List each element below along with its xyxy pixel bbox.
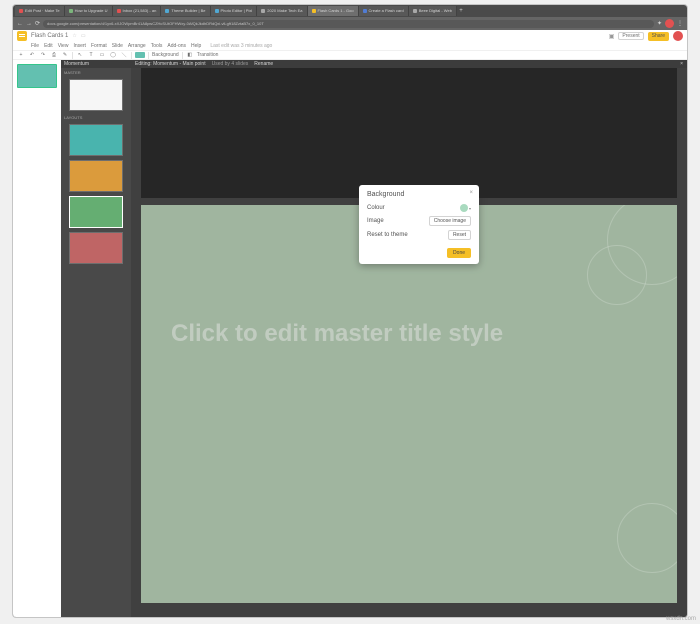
toolbar: + ↶ ↷ ⎙ ✎ ↖ T ▭ ◯ ＼ Background ◧ Transit… [13, 50, 687, 60]
doc-header: Flash Cards 1 ☆ ▭ ▣ Present Share [13, 30, 687, 42]
watermark: wsxdn.com [666, 616, 696, 622]
menu-tools[interactable]: Tools [151, 43, 163, 49]
new-slide-button[interactable]: + [17, 52, 25, 58]
colour-swatch-icon [460, 204, 468, 212]
shape-button[interactable]: ◯ [109, 52, 117, 58]
background-dialog: × Background Colour ▾ Image Choose image… [359, 185, 479, 264]
theme-panel: Momentum MASTER LAYOUTS [61, 60, 131, 617]
reload-icon[interactable]: ⟳ [35, 20, 40, 27]
menu-bar: File Edit View Insert Format Slide Arran… [13, 42, 687, 50]
tab[interactable]: Edit Post · Make Te [15, 6, 65, 16]
textbox-button[interactable]: T [87, 52, 95, 58]
tab[interactable]: Photo Editor | Pixl [211, 6, 258, 16]
theme-thumb[interactable] [69, 124, 123, 156]
cursor-button[interactable]: ↖ [76, 52, 84, 58]
menu-view[interactable]: View [58, 43, 69, 49]
profile-avatar[interactable] [665, 19, 674, 28]
fill-color-button[interactable] [135, 52, 145, 58]
extension-icon[interactable]: ✦ [657, 20, 662, 27]
tab[interactable]: Beee Digital - Web [409, 6, 457, 16]
browser-window: Edit Post · Make Te How to Upgrade U Inb… [12, 4, 688, 618]
print-button[interactable]: ⎙ [50, 52, 58, 58]
slides-logo-icon[interactable] [17, 31, 27, 41]
new-tab-button[interactable]: + [457, 8, 465, 14]
image-button[interactable]: ▭ [98, 52, 106, 58]
share-button[interactable]: Share [648, 32, 669, 41]
menu-file[interactable]: File [31, 43, 39, 49]
forward-icon[interactable]: → [26, 21, 32, 27]
star-icon[interactable]: ☆ [72, 33, 76, 39]
reset-label: Reset to theme [367, 232, 408, 238]
account-avatar[interactable] [673, 31, 683, 41]
move-icon[interactable]: ▭ [81, 33, 86, 39]
transition-icon[interactable]: ◧ [186, 52, 194, 58]
menu-edit[interactable]: Edit [44, 43, 53, 49]
master-title-placeholder[interactable]: Click to edit master title style [171, 320, 503, 348]
slide-panel [13, 60, 61, 617]
theme-thumb[interactable] [69, 79, 123, 111]
filmstrip-bg [141, 68, 677, 198]
theme-thumb[interactable] [69, 160, 123, 192]
undo-button[interactable]: ↶ [28, 52, 36, 58]
menu-format[interactable]: Format [91, 43, 107, 49]
master-slide[interactable]: Click to edit master title style [141, 205, 677, 603]
reset-button[interactable]: Reset [448, 230, 471, 240]
menu-help[interactable]: Help [191, 43, 201, 49]
doc-title[interactable]: Flash Cards 1 [31, 33, 68, 39]
last-edit-info[interactable]: Last edit was 3 minutes ago [210, 43, 272, 49]
dialog-title: Background [367, 191, 471, 198]
tab[interactable]: Theme Builder | Be [161, 6, 210, 16]
done-button[interactable]: Done [447, 248, 471, 258]
tab[interactable]: Inbox (21,583) - an [113, 6, 162, 16]
tab-active[interactable]: Flash Cards 1 - Goo [308, 6, 359, 16]
tab[interactable]: How to Upgrade U [65, 6, 113, 16]
menu-addons[interactable]: Add-ons [167, 43, 186, 49]
canvas-area: Editing: Momentum - Main point Used by 4… [131, 60, 687, 617]
paint-button[interactable]: ✎ [61, 52, 69, 58]
colour-picker[interactable]: ▾ [460, 204, 471, 212]
chevron-down-icon: ▾ [469, 206, 471, 211]
slide-thumb[interactable] [17, 64, 57, 88]
present-button[interactable]: Present [618, 32, 643, 40]
theme-title: Momentum [61, 60, 131, 68]
theme-thumb[interactable] [69, 232, 123, 264]
choose-image-button[interactable]: Choose image [429, 216, 471, 226]
url-bar: ← → ⟳ docs.google.com/presentation/d/1yx… [13, 17, 687, 30]
used-by-label: Used by 4 slides [212, 60, 249, 68]
redo-button[interactable]: ↷ [39, 52, 47, 58]
menu-icon[interactable]: ⋮ [677, 20, 683, 27]
line-button[interactable]: ＼ [120, 52, 128, 59]
tab[interactable]: 2020 Make Tech Ea [257, 6, 307, 16]
close-icon[interactable]: × [469, 190, 473, 196]
transition-button[interactable]: Transition [197, 52, 219, 58]
rename-link[interactable]: Rename [254, 60, 273, 68]
close-theme-icon[interactable]: × [680, 60, 683, 68]
image-label: Image [367, 218, 384, 224]
menu-insert[interactable]: Insert [73, 43, 86, 49]
editing-label: Editing: Momentum - Main point [135, 60, 206, 68]
background-button[interactable]: Background [152, 52, 179, 58]
menu-arrange[interactable]: Arrange [128, 43, 146, 49]
comment-icon[interactable]: ▣ [609, 33, 615, 40]
tab-strip: Edit Post · Make Te How to Upgrade U Inb… [13, 5, 687, 17]
theme-layouts-label: LAYOUTS [61, 113, 131, 122]
theme-master-label: MASTER [61, 68, 131, 77]
url-field[interactable]: docs.google.com/presentation/d/1yx6-xXJO… [43, 20, 654, 28]
menu-slide[interactable]: Slide [112, 43, 123, 49]
theme-thumb[interactable] [69, 196, 123, 228]
canvas-header: Editing: Momentum - Main point Used by 4… [131, 60, 687, 68]
tab[interactable]: Create a Flash card [359, 6, 409, 16]
colour-label: Colour [367, 205, 385, 211]
back-icon[interactable]: ← [17, 21, 23, 27]
